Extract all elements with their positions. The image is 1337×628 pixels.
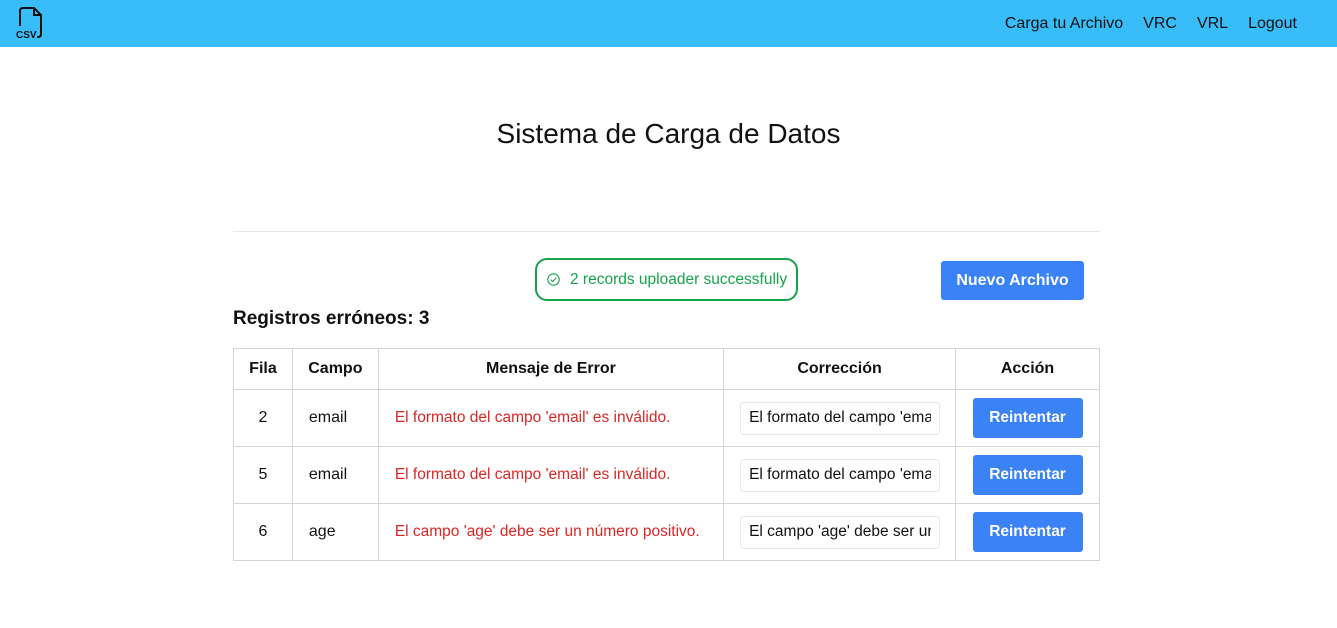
retry-button[interactable]: Reintentar bbox=[972, 455, 1083, 495]
field-name: email bbox=[291, 389, 379, 447]
navbar: CSV Carga tu Archivo VRC VRL Logout bbox=[0, 0, 1337, 47]
errors-table: Fila Campo Mensaje de Error Corrección A… bbox=[233, 348, 1100, 561]
header-field: Campo bbox=[291, 348, 379, 390]
header-row: Fila bbox=[233, 348, 293, 390]
nav-link-logout[interactable]: Logout bbox=[1248, 15, 1297, 33]
nav-links: Carga tu Archivo VRC VRL Logout bbox=[1005, 0, 1297, 47]
header-correction: Corrección bbox=[723, 348, 957, 390]
correction-input[interactable] bbox=[740, 401, 941, 435]
nav-link-vrc[interactable]: VRC bbox=[1143, 15, 1177, 33]
error-message: El formato del campo 'email' es inválido… bbox=[377, 389, 725, 447]
csv-file-icon[interactable]: CSV bbox=[14, 6, 44, 41]
new-file-button[interactable]: Nuevo Archivo bbox=[941, 261, 1084, 300]
page-title: Sistema de Carga de Datos bbox=[496, 118, 841, 149]
row-number: 6 bbox=[233, 503, 293, 561]
row-number: 5 bbox=[233, 446, 293, 504]
table-row: 6 age El campo 'age' debe ser un número … bbox=[233, 503, 1100, 561]
table-header-row: Fila Campo Mensaje de Error Corrección A… bbox=[233, 348, 1100, 390]
retry-button[interactable]: Reintentar bbox=[972, 512, 1083, 552]
row-number: 2 bbox=[233, 389, 293, 447]
header-action: Acción bbox=[955, 348, 1100, 390]
nav-link-upload[interactable]: Carga tu Archivo bbox=[1005, 15, 1123, 33]
retry-button[interactable]: Reintentar bbox=[972, 398, 1083, 438]
table-row: 2 email El formato del campo 'email' es … bbox=[233, 389, 1100, 447]
header-message: Mensaje de Error bbox=[377, 348, 725, 390]
logo-text: CSV bbox=[16, 30, 37, 40]
field-name: email bbox=[291, 446, 379, 504]
correction-input[interactable] bbox=[740, 458, 941, 492]
correction-input[interactable] bbox=[740, 515, 941, 549]
success-badge: 2 records uploader successfully bbox=[535, 258, 798, 301]
error-message: El campo 'age' debe ser un número positi… bbox=[377, 503, 725, 561]
success-message: 2 records uploader successfully bbox=[570, 270, 788, 288]
error-message: El formato del campo 'email' es inválido… bbox=[377, 446, 725, 504]
check-circle-icon bbox=[547, 273, 560, 286]
nav-link-vrl[interactable]: VRL bbox=[1197, 15, 1228, 33]
field-name: age bbox=[291, 503, 379, 561]
errors-heading: Registros erróneos: 3 bbox=[233, 308, 430, 329]
divider bbox=[233, 231, 1100, 232]
table-row: 5 email El formato del campo 'email' es … bbox=[233, 446, 1100, 504]
